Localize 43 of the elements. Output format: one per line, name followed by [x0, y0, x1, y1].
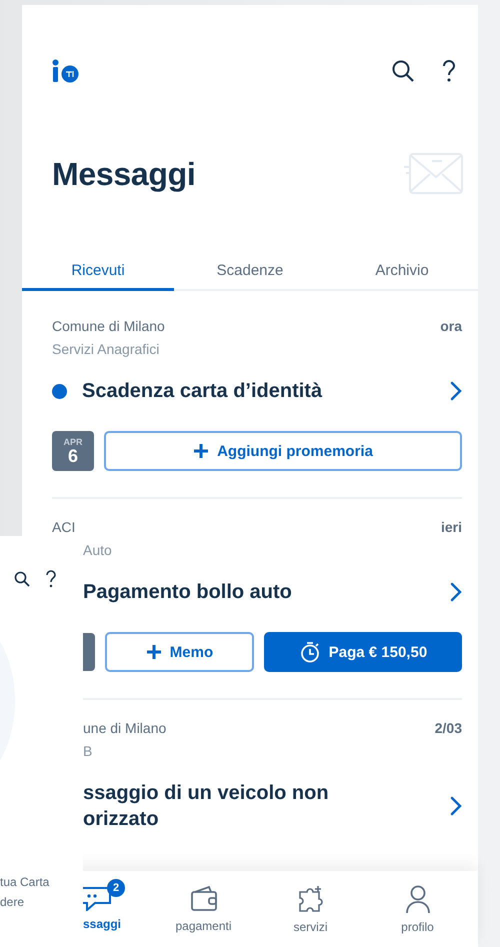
message-time: ora: [440, 318, 462, 334]
plus-icon: [146, 644, 162, 660]
search-icon[interactable]: [14, 571, 30, 587]
body-text: dere: [0, 894, 26, 911]
help-icon[interactable]: [46, 570, 56, 588]
chevron-right-icon[interactable]: [450, 582, 462, 602]
chevron-right-icon[interactable]: [450, 796, 462, 816]
chevron-right-icon[interactable]: [450, 381, 462, 401]
service-name: Auto: [82, 542, 113, 558]
body-text: tua Carta: [0, 874, 50, 891]
timer-icon: [298, 641, 321, 663]
tab[interactable]: Archivio: [326, 256, 478, 291]
reminder-button[interactable]: Aggiungi promemoria: [104, 431, 462, 471]
plus-icon: [193, 443, 210, 459]
envelope-icon: [404, 153, 464, 195]
calendar-month: APR: [63, 437, 82, 447]
message-title[interactable]: ssaggio di un veicolo non: [83, 780, 329, 806]
nav-item[interactable]: pagamenti: [150, 871, 257, 947]
help-icon[interactable]: [442, 59, 456, 83]
pay-button[interactable]: Paga € 150,50: [264, 632, 462, 672]
service-name: Servizi Anagrafici: [52, 341, 160, 357]
wallet-icon: [188, 885, 218, 913]
unread-count-badge: 2: [107, 879, 125, 897]
message-title[interactable]: Scadenza carta d’identità: [82, 378, 322, 404]
chat-bubble-icon: [83, 887, 111, 911]
nav-item[interactable]: profilo: [364, 871, 471, 947]
sender-name: Comune di Milano: [52, 318, 165, 334]
app-logo: [52, 59, 80, 83]
nav-item[interactable]: servizi: [257, 871, 364, 947]
message-time: 2/03: [434, 720, 462, 736]
tab[interactable]: Scadenze: [174, 256, 326, 291]
search-icon[interactable]: [391, 59, 415, 83]
tab[interactable]: Ricevuti: [22, 256, 174, 291]
reminder-button[interactable]: Memo: [105, 632, 254, 672]
message-title[interactable]: orizzato: [83, 806, 329, 832]
calendar-day: 6: [68, 447, 78, 465]
sender-name: ACI: [52, 519, 76, 535]
message-title[interactable]: Pagamento bollo auto: [83, 579, 292, 605]
sender-name: une di Milano: [83, 720, 166, 736]
message-time: ieri: [440, 519, 462, 535]
service-name: B: [82, 743, 94, 759]
person-icon: [404, 884, 432, 914]
page-title: Messaggi: [52, 156, 196, 192]
